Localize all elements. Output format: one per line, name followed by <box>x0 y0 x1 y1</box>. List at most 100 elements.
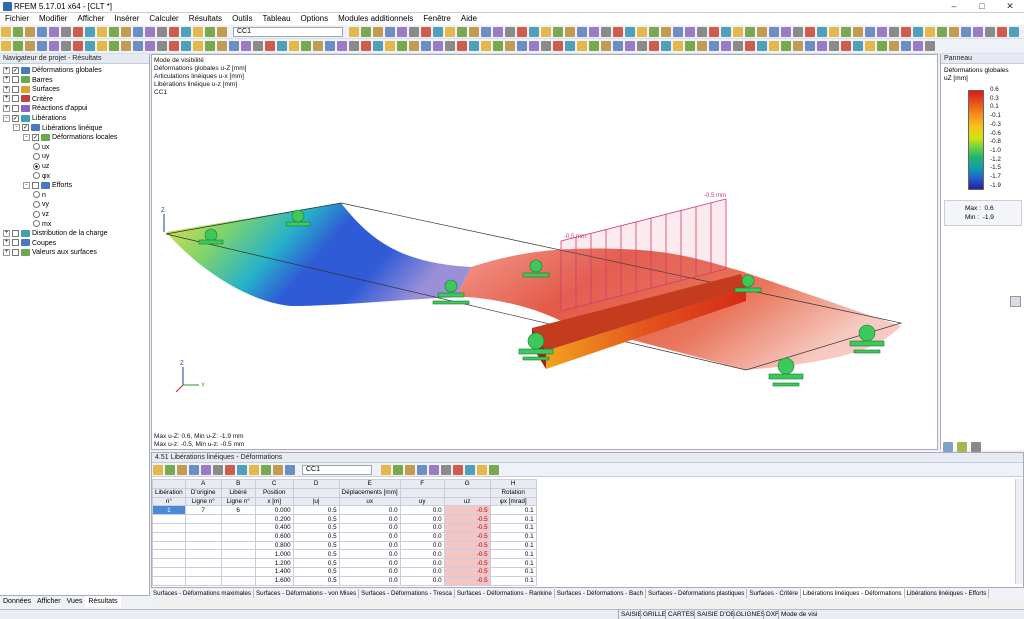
column-letter[interactable]: D <box>292 479 340 489</box>
toolbar2-tool-icon[interactable] <box>433 41 443 51</box>
table-cell[interactable]: 7 <box>184 505 222 516</box>
table-cell[interactable]: ux <box>338 496 401 507</box>
toolbar-tool-icon[interactable] <box>937 27 947 37</box>
toolbar2-tool-icon[interactable] <box>373 41 383 51</box>
expand-icon[interactable]: + <box>3 229 10 237</box>
menu-item[interactable]: Fenêtre <box>418 13 456 24</box>
toolbar2-tool-icon[interactable] <box>661 41 671 51</box>
table-cell[interactable]: -0.5 <box>443 540 491 551</box>
menu-item[interactable]: Afficher <box>72 13 109 24</box>
toolbar2-tool-icon[interactable] <box>97 41 107 51</box>
toolbar-tool-icon[interactable] <box>805 27 815 37</box>
table-toolbar-tool-icon[interactable] <box>165 465 175 475</box>
toolbar-tool-icon[interactable] <box>637 27 647 37</box>
toolbar-tool-icon[interactable] <box>121 27 131 37</box>
status-indicator[interactable]: CARTES <box>665 610 696 619</box>
table-cell[interactable]: -0.5 <box>443 514 491 524</box>
toolbar-tool-icon[interactable] <box>685 27 695 37</box>
toolbar2-tool-icon[interactable] <box>721 41 731 51</box>
toolbar2-tool-icon[interactable] <box>421 41 431 51</box>
panel-filter-icon[interactable] <box>957 442 968 452</box>
table-scrollbar[interactable] <box>1015 479 1023 584</box>
toolbar-tool-icon[interactable] <box>505 27 515 37</box>
toolbar2-tool-icon[interactable] <box>613 41 623 51</box>
tree-item[interactable]: + Coupes <box>3 239 149 249</box>
toolbar2-tool-icon[interactable] <box>313 41 323 51</box>
table-toolbar-tool-icon[interactable] <box>153 465 163 475</box>
table-cell[interactable] <box>152 531 186 542</box>
toolbar-tool-icon[interactable] <box>841 27 851 37</box>
toolbar-tool-icon[interactable] <box>877 27 887 37</box>
menu-item[interactable]: Aide <box>456 13 482 24</box>
toolbar-tool-icon[interactable] <box>73 27 83 37</box>
table-cell[interactable]: 0.0 <box>338 505 401 516</box>
collapse-icon[interactable]: - <box>23 133 30 141</box>
toolbar-tool-icon[interactable] <box>541 27 551 37</box>
toolbar-tool-icon[interactable] <box>793 27 803 37</box>
toolbar2-tool-icon[interactable] <box>121 41 131 51</box>
toolbar2-tool-icon[interactable] <box>829 41 839 51</box>
toolbar2-tool-icon[interactable] <box>397 41 407 51</box>
toolbar2-tool-icon[interactable] <box>517 41 527 51</box>
table-cell[interactable]: 0.1 <box>489 540 537 551</box>
toolbar2-tool-icon[interactable] <box>529 41 539 51</box>
checkbox-icon[interactable] <box>12 239 19 247</box>
toolbar-tool-icon[interactable] <box>709 27 719 37</box>
table-cell[interactable]: 0.1 <box>489 514 537 524</box>
table-cell[interactable] <box>184 566 222 577</box>
tree-item[interactable]: uz <box>3 162 149 172</box>
tree-item[interactable]: uy <box>3 152 149 162</box>
toolbar-tool-icon[interactable] <box>193 27 203 37</box>
toolbar-tool-icon[interactable] <box>589 27 599 37</box>
toolbar2-tool-icon[interactable] <box>901 41 911 51</box>
toolbar2-tool-icon[interactable] <box>109 41 119 51</box>
table-tab[interactable]: Surfaces - Déformations - von Mises <box>254 589 360 598</box>
table-cell[interactable] <box>184 540 222 551</box>
expand-icon[interactable]: + <box>3 239 10 247</box>
table-cell[interactable] <box>184 522 222 533</box>
menu-item[interactable]: Options <box>296 13 334 24</box>
tree-item[interactable]: - ✓ Libérations linéique <box>3 124 149 134</box>
table-tab[interactable]: Surfaces - Déformations - Rankine <box>455 589 555 598</box>
table-cell[interactable]: 1.600 <box>254 575 294 586</box>
toolbar-tool-icon[interactable] <box>169 27 179 37</box>
toolbar-tool-icon[interactable] <box>1 27 11 37</box>
toolbar2-tool-icon[interactable] <box>805 41 815 51</box>
table-cell[interactable]: Ligne n° <box>220 496 256 507</box>
table-cell[interactable]: 0.0 <box>338 558 401 568</box>
table-load-case-select[interactable]: CC1 <box>302 465 372 475</box>
table-toolbar-tool-icon[interactable] <box>381 465 391 475</box>
table-cell[interactable]: -0.5 <box>443 531 491 542</box>
toolbar2-tool-icon[interactable] <box>337 41 347 51</box>
radio-icon[interactable] <box>33 191 40 199</box>
toolbar2-tool-icon[interactable] <box>877 41 887 51</box>
toolbar-tool-icon[interactable] <box>469 27 479 37</box>
toolbar2-tool-icon[interactable] <box>709 41 719 51</box>
radio-icon[interactable] <box>33 143 40 151</box>
table-cell[interactable]: 0.5 <box>292 531 340 542</box>
table-cell[interactable]: 0.1 <box>489 575 537 586</box>
toolbar2-tool-icon[interactable] <box>865 41 875 51</box>
table-cell[interactable]: -0.5 <box>443 522 491 533</box>
toolbar2-tool-icon[interactable] <box>25 41 35 51</box>
toolbar-tool-icon[interactable] <box>697 27 707 37</box>
table-cell[interactable]: 0.1 <box>489 531 537 542</box>
toolbar2-tool-icon[interactable] <box>601 41 611 51</box>
toolbar2-tool-icon[interactable] <box>541 41 551 51</box>
toolbar-tool-icon[interactable] <box>493 27 503 37</box>
table-cell[interactable] <box>152 549 186 560</box>
toolbar2-tool-icon[interactable] <box>505 41 515 51</box>
toolbar-tool-icon[interactable] <box>553 27 563 37</box>
table-cell[interactable] <box>220 522 256 533</box>
checkbox-icon[interactable] <box>12 248 19 256</box>
toolbar2-tool-icon[interactable] <box>733 41 743 51</box>
table-toolbar-tool-icon[interactable] <box>441 465 451 475</box>
toolbar-tool-icon[interactable] <box>397 27 407 37</box>
toolbar-tool-icon[interactable] <box>385 27 395 37</box>
table-cell[interactable] <box>152 540 186 551</box>
toolbar-tool-icon[interactable] <box>865 27 875 37</box>
table-toolbar-tool-icon[interactable] <box>273 465 283 475</box>
expand-icon[interactable]: + <box>3 248 10 256</box>
toolbar-tool-icon[interactable] <box>745 27 755 37</box>
toolbar2-tool-icon[interactable] <box>349 41 359 51</box>
